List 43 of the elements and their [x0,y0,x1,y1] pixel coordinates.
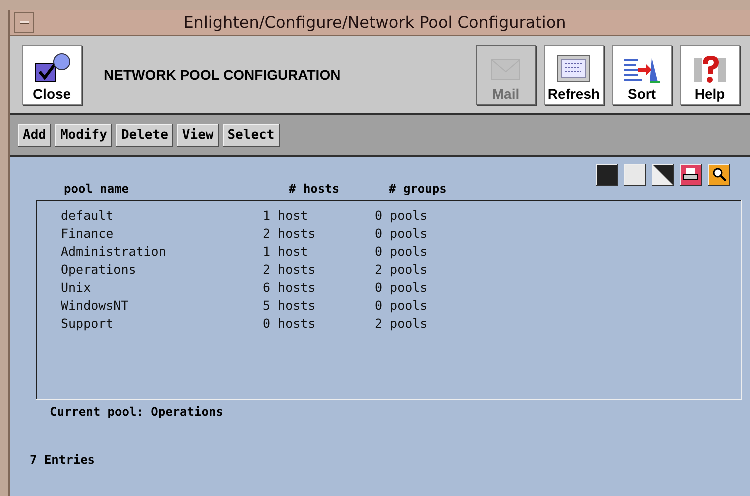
table-cell-text: Operations [61,261,138,279]
action-button[interactable]: View [177,124,219,146]
table-cell-text: WindowsNT [61,297,130,315]
column-header: # hosts [289,182,341,196]
light-square-icon[interactable] [624,164,646,186]
table-cell-text: 2 hosts [263,225,317,243]
table-cell-text: 1 host [263,207,310,225]
table-cell-text: Unix [61,279,92,297]
close-button[interactable]: Close [22,44,82,104]
table-cell-text: 1 host [263,243,310,261]
table-cell-text: 0 pools [375,243,429,261]
table-cell-text: 0 pools [375,225,429,243]
header-title: NETWORK POOL CONFIGURATION [103,66,342,82]
table-cell-text: 2 hosts [263,261,317,279]
table-cell-text: 2 pools [375,315,429,333]
help-button[interactable]: Help [680,44,740,104]
dark-square-icon[interactable] [596,164,618,186]
action-button[interactable]: Delete [116,124,174,146]
table-cell-text: 0 hosts [263,315,317,333]
action-button[interactable]: Add [18,124,52,146]
table-cell-text: 5 hosts [263,297,317,315]
entries-count: 7 Entries [29,452,96,467]
menu-icon[interactable] [14,12,34,33]
split-square-icon[interactable] [652,164,674,186]
printer-icon[interactable] [680,164,702,186]
table-cell-text: 0 pools [375,297,429,315]
window-title: Enlighten/Configure/Network Pool Configuration [182,13,568,32]
table-cell-text: Administration [61,243,168,261]
column-header: # groups [389,182,448,196]
table-cell-text: 0 pools [375,207,429,225]
column-header: pool name [64,182,130,196]
action-button[interactable]: Modify [55,124,112,146]
table-cell-text: 2 pools [375,261,429,279]
sort-button[interactable]: Sort [612,44,672,104]
table-cell-text: 0 pools [375,279,429,297]
action-button[interactable]: Select [222,124,280,146]
table-cell-text: default [61,207,115,225]
current-pool-label: Current pool: Operations [49,404,224,419]
table-cell-text: 6 hosts [263,279,317,297]
refresh-button[interactable]: Refresh [544,44,604,104]
search-icon[interactable] [708,164,730,186]
table-cell-text: Finance [61,225,115,243]
table-cell-text: Support [61,315,115,333]
